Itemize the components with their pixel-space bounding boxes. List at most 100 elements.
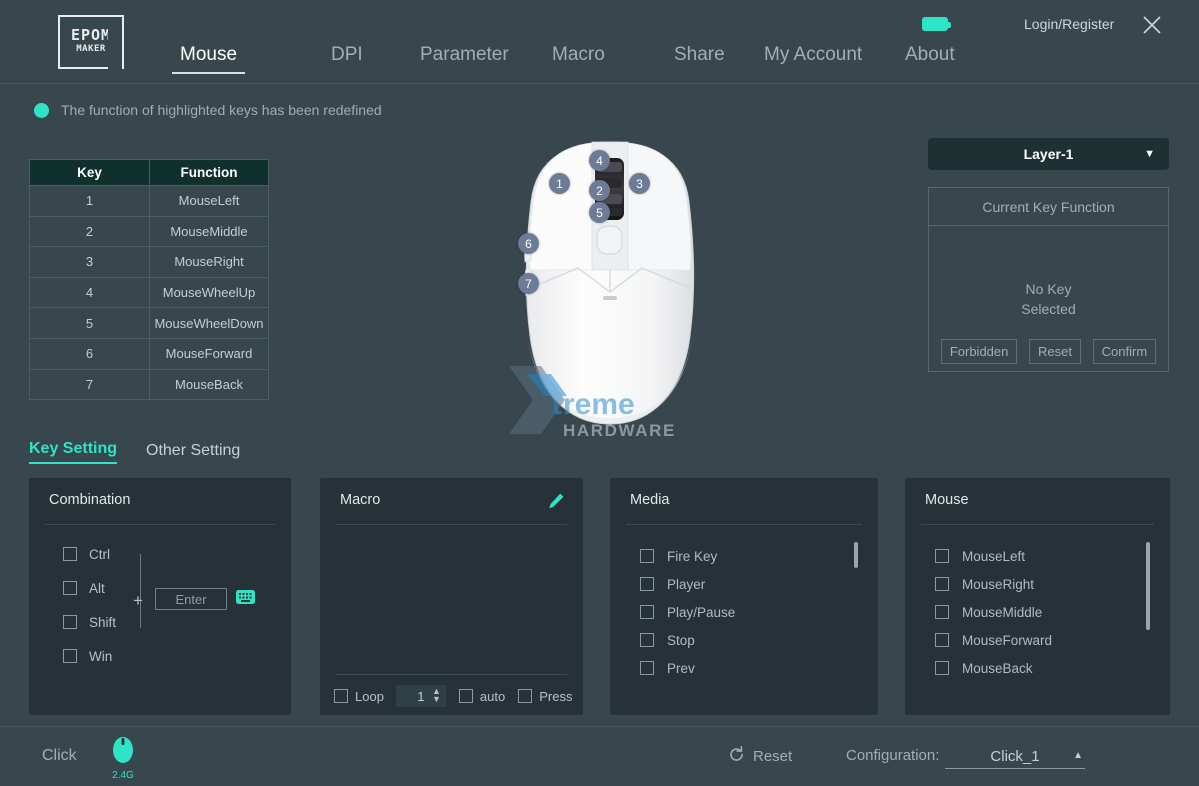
- confirm-button[interactable]: Confirm: [1093, 339, 1157, 364]
- checkbox-loop[interactable]: [334, 689, 348, 703]
- list-item[interactable]: Fire Key: [640, 542, 735, 570]
- list-item[interactable]: MouseBack: [935, 654, 1052, 682]
- checkbox-win[interactable]: [63, 649, 77, 663]
- tab-mouse[interactable]: Mouse: [180, 44, 237, 74]
- mouse-device-icon[interactable]: 2.4G: [108, 734, 138, 781]
- mouse-diagram: 1 2 3 4 5 6 7: [500, 140, 720, 440]
- header-bar: EPOM MAKER Mouse DPI Parameter Macro Sha…: [0, 0, 1199, 84]
- combination-key-input[interactable]: Enter: [155, 588, 227, 610]
- notice-text: The function of highlighted keys has bee…: [61, 102, 382, 118]
- checkbox-mousemiddle[interactable]: [935, 605, 949, 619]
- forbidden-button[interactable]: Forbidden: [941, 339, 1018, 364]
- mouse-badge-1[interactable]: 1: [549, 173, 570, 194]
- stepper-down-icon[interactable]: ▼: [432, 695, 441, 703]
- macro-card: Macro Loop 1 ▲ ▼ auto Press: [320, 478, 583, 715]
- cell-key: 2: [30, 216, 150, 247]
- list-item[interactable]: Stop: [640, 626, 735, 654]
- mouse-badge-6[interactable]: 6: [518, 233, 539, 254]
- modifier-row-shift[interactable]: Shift: [63, 605, 116, 639]
- checkbox-mouseleft[interactable]: [935, 549, 949, 563]
- configuration-select[interactable]: Click_1 ▲: [945, 745, 1085, 769]
- table-row[interactable]: 2 MouseMiddle: [30, 216, 269, 247]
- cell-function: MouseBack: [150, 369, 269, 400]
- chevron-down-icon: ▼: [1144, 148, 1155, 160]
- macro-divider-bottom: [336, 674, 567, 675]
- table-row[interactable]: 1 MouseLeft: [30, 186, 269, 217]
- checkbox-press[interactable]: [518, 689, 532, 703]
- media-scrollbar[interactable]: [854, 542, 858, 692]
- media-scrollbar-thumb[interactable]: [854, 542, 858, 568]
- close-icon[interactable]: [1140, 13, 1164, 37]
- media-body: Fire Key Player Play/Pause Stop Prev: [610, 530, 878, 715]
- mouse-badge-7[interactable]: 7: [518, 273, 539, 294]
- list-item[interactable]: MouseLeft: [935, 542, 1052, 570]
- combination-divider: [45, 524, 275, 525]
- tab-macro[interactable]: Macro: [552, 44, 605, 74]
- pencil-icon[interactable]: [547, 492, 565, 515]
- list-item[interactable]: Player: [640, 570, 735, 598]
- macro-footer-controls: Loop 1 ▲ ▼ auto Press: [334, 685, 573, 707]
- logo-accent-mark: [108, 15, 124, 69]
- modifier-label-shift: Shift: [89, 615, 116, 630]
- modifier-row-win[interactable]: Win: [63, 639, 116, 673]
- tab-share[interactable]: Share: [674, 44, 725, 74]
- login-register-link[interactable]: Login/Register: [1024, 16, 1114, 32]
- list-item[interactable]: MouseRight: [935, 570, 1052, 598]
- tab-other-setting[interactable]: Other Setting: [146, 442, 240, 464]
- list-item[interactable]: MouseForward: [935, 626, 1052, 654]
- mouse-badge-2[interactable]: 2: [589, 180, 610, 201]
- list-item[interactable]: Play/Pause: [640, 598, 735, 626]
- no-key-line-1: No Key: [1021, 279, 1075, 299]
- tab-about[interactable]: About: [905, 44, 955, 74]
- table-row[interactable]: 5 MouseWheelDown: [30, 308, 269, 339]
- layer-select[interactable]: Layer-1 ▼: [928, 138, 1169, 170]
- checkbox-mouseright[interactable]: [935, 577, 949, 591]
- keyboard-icon[interactable]: [236, 590, 255, 609]
- mouse-badge-4[interactable]: 4: [589, 150, 610, 171]
- checkbox-auto[interactable]: [459, 689, 473, 703]
- setting-tabs: Key Setting Other Setting: [29, 440, 240, 464]
- stepper-arrows-icon[interactable]: ▲ ▼: [432, 687, 441, 703]
- reset-key-button[interactable]: Reset: [1029, 339, 1081, 364]
- list-item[interactable]: MouseMiddle: [935, 598, 1052, 626]
- checkbox-play-pause[interactable]: [640, 605, 654, 619]
- table-header-row: Key Function: [30, 160, 269, 186]
- tab-dpi[interactable]: DPI: [331, 44, 363, 74]
- mouse-scrollbar-thumb[interactable]: [1146, 542, 1150, 630]
- table-row[interactable]: 3 MouseRight: [30, 247, 269, 278]
- list-item[interactable]: Prev: [640, 654, 735, 682]
- mouse-badge-5[interactable]: 5: [589, 202, 610, 223]
- media-label-play-pause: Play/Pause: [667, 605, 735, 620]
- modifier-row-alt[interactable]: Alt: [63, 571, 116, 605]
- table-row[interactable]: 4 MouseWheelUp: [30, 277, 269, 308]
- checkbox-ctrl[interactable]: [63, 547, 77, 561]
- checkbox-mouseback[interactable]: [935, 661, 949, 675]
- cell-function: MouseMiddle: [150, 216, 269, 247]
- current-key-actions: Forbidden Reset Confirm: [929, 339, 1168, 364]
- no-key-selected-message: No Key Selected: [1021, 279, 1075, 319]
- combination-title: Combination: [49, 492, 130, 508]
- no-key-line-2: Selected: [1021, 299, 1075, 319]
- macro-loop-count-stepper[interactable]: 1 ▲ ▼: [396, 685, 446, 707]
- media-option-list: Fire Key Player Play/Pause Stop Prev: [640, 542, 735, 682]
- checkbox-alt[interactable]: [63, 581, 77, 595]
- mouse-label-mouseright: MouseRight: [962, 577, 1034, 592]
- modifier-row-ctrl[interactable]: Ctrl: [63, 537, 116, 571]
- table-row[interactable]: 6 MouseForward: [30, 338, 269, 369]
- checkbox-fire-key[interactable]: [640, 549, 654, 563]
- tab-my-account[interactable]: My Account: [764, 44, 862, 74]
- checkbox-mouseforward[interactable]: [935, 633, 949, 647]
- mouse-scrollbar[interactable]: [1146, 542, 1150, 692]
- tab-parameter[interactable]: Parameter: [420, 44, 509, 74]
- checkbox-shift[interactable]: [63, 615, 77, 629]
- media-divider: [626, 524, 862, 525]
- table-row[interactable]: 7 MouseBack: [30, 369, 269, 400]
- combination-body: Ctrl Alt Shift Win: [29, 530, 291, 715]
- checkbox-player[interactable]: [640, 577, 654, 591]
- reset-button[interactable]: Reset: [728, 746, 792, 767]
- checkbox-stop[interactable]: [640, 633, 654, 647]
- cell-function: MouseLeft: [150, 186, 269, 217]
- mouse-badge-3[interactable]: 3: [629, 173, 650, 194]
- tab-key-setting[interactable]: Key Setting: [29, 440, 117, 464]
- checkbox-prev[interactable]: [640, 661, 654, 675]
